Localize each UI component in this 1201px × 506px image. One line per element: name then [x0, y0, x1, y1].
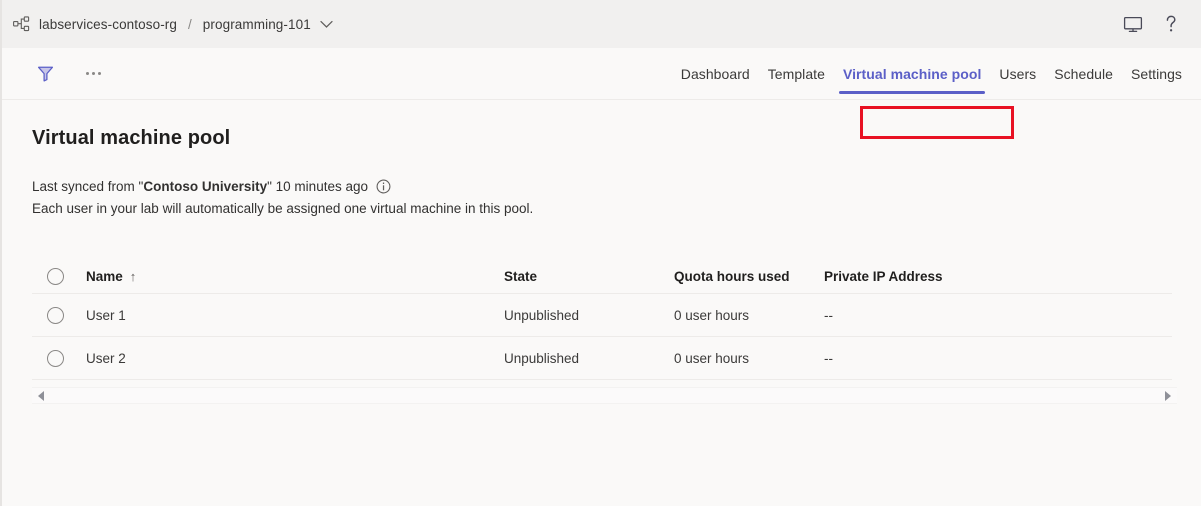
chevron-down-icon[interactable]	[320, 20, 333, 29]
scroll-left-arrow-icon[interactable]	[34, 388, 48, 403]
sync-source-name: Contoso University	[143, 177, 267, 196]
breadcrumb-separator: /	[188, 17, 192, 32]
table-row[interactable]: User 2 Unpublished 0 user hours --	[32, 337, 1172, 380]
triangle-right	[1165, 391, 1171, 401]
cell-ip: --	[824, 308, 1024, 323]
ellipsis-dot	[98, 72, 101, 75]
triangle-left	[38, 391, 44, 401]
top-bar: labservices-contoso-rg / programming-101	[2, 0, 1201, 48]
monitor-icon[interactable]	[1117, 8, 1149, 40]
row-select-radio[interactable]	[47, 350, 64, 367]
select-all-cell[interactable]	[32, 268, 86, 285]
tab-users[interactable]: Users	[990, 48, 1045, 100]
tab-virtual-machine-pool[interactable]: Virtual machine pool	[834, 48, 990, 100]
tab-list: Dashboard Template Virtual machine pool …	[672, 48, 1191, 100]
tab-dashboard[interactable]: Dashboard	[672, 48, 759, 100]
help-question-icon[interactable]	[1155, 8, 1187, 40]
app-window: labservices-contoso-rg / programming-101	[0, 0, 1201, 506]
horizontal-scrollbar[interactable]	[32, 387, 1177, 404]
cell-ip: --	[824, 351, 1024, 366]
column-header-state[interactable]: State	[504, 269, 674, 284]
row-select-cell[interactable]	[32, 307, 86, 324]
table-row[interactable]: User 1 Unpublished 0 user hours --	[32, 294, 1172, 337]
ellipsis-dot	[86, 72, 89, 75]
column-header-name-label: Name	[86, 269, 123, 284]
ellipsis-dot	[92, 72, 95, 75]
vm-pool-table: Name ↑ State Quota hours used Private IP …	[32, 259, 1172, 404]
row-select-radio[interactable]	[47, 307, 64, 324]
tab-schedule[interactable]: Schedule	[1045, 48, 1122, 100]
cell-name: User 1	[86, 308, 504, 323]
scroll-right-arrow-icon[interactable]	[1161, 388, 1175, 403]
breadcrumb-root[interactable]: labservices-contoso-rg	[39, 17, 177, 32]
select-all-radio[interactable]	[47, 268, 64, 285]
row-select-cell[interactable]	[32, 350, 86, 367]
filter-funnel-icon[interactable]	[28, 57, 62, 91]
cell-state: Unpublished	[504, 351, 674, 366]
breadcrumb-current[interactable]: programming-101	[203, 17, 311, 32]
resource-group-icon	[12, 14, 32, 34]
main-content: Virtual machine pool Last synced from "C…	[2, 100, 1201, 506]
info-circle-icon[interactable]	[376, 179, 391, 194]
command-bar: Dashboard Template Virtual machine pool …	[2, 48, 1201, 100]
tab-settings[interactable]: Settings	[1122, 48, 1191, 100]
more-options-button[interactable]	[76, 57, 110, 91]
cell-state: Unpublished	[504, 308, 674, 323]
cell-name: User 2	[86, 351, 504, 366]
sync-prefix: Last synced from "	[32, 177, 143, 196]
page-title: Virtual machine pool	[32, 127, 1171, 150]
sort-ascending-icon: ↑	[130, 269, 137, 284]
sync-suffix: " 10 minutes ago	[267, 177, 368, 196]
table-header-row: Name ↑ State Quota hours used Private IP …	[32, 259, 1172, 294]
cell-quota: 0 user hours	[674, 308, 824, 323]
last-synced-text: Last synced from "Contoso University" 10…	[32, 177, 1171, 196]
cell-quota: 0 user hours	[674, 351, 824, 366]
column-header-quota-hours-used[interactable]: Quota hours used	[674, 269, 824, 284]
column-header-name[interactable]: Name ↑	[86, 269, 504, 284]
pool-description: Each user in your lab will automatically…	[32, 199, 1171, 218]
tab-template[interactable]: Template	[759, 48, 834, 100]
column-header-private-ip-address[interactable]: Private IP Address	[824, 269, 1024, 284]
